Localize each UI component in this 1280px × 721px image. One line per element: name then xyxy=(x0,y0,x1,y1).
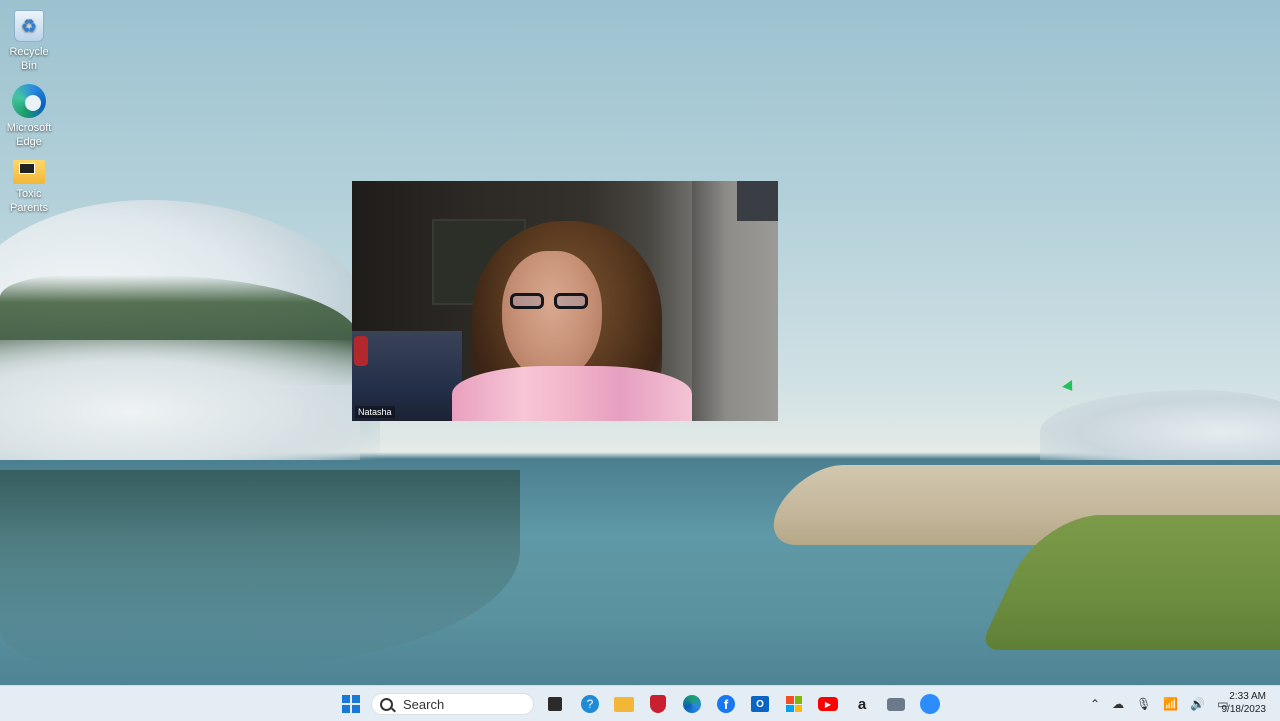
taskbar-camera[interactable] xyxy=(884,692,908,716)
microphone-icon[interactable]: 🎙 xyxy=(1136,697,1151,711)
participant-name-label: Natasha xyxy=(355,406,395,418)
start-button[interactable] xyxy=(339,692,363,716)
taskbar-amazon[interactable]: a xyxy=(850,692,874,716)
taskbar-file-explorer[interactable] xyxy=(612,692,636,716)
system-tray: ⌃ ☁ 🎙 📶 🔊 ▭ xyxy=(1084,686,1235,721)
wifi-icon[interactable]: 📶 xyxy=(1163,697,1178,711)
desktop-icon-recycle-bin[interactable]: ♻ Recycle Bin xyxy=(3,6,55,73)
taskbar-edge[interactable] xyxy=(680,692,704,716)
participant-glasses xyxy=(510,293,592,311)
taskbar-mcafee[interactable] xyxy=(646,692,670,716)
youtube-icon: ▶ xyxy=(818,697,838,711)
windows-logo-icon xyxy=(342,695,360,713)
camera-icon xyxy=(887,697,905,711)
clock-date: 9/18/2023 xyxy=(1221,704,1267,715)
wallpaper-snow xyxy=(0,340,360,460)
amazon-icon: a xyxy=(857,695,867,713)
participant-shirt xyxy=(452,366,692,421)
mouse-cursor xyxy=(1062,380,1078,395)
desktop-icon-toxic-parents[interactable]: Toxic Parents xyxy=(3,156,55,215)
edge-icon xyxy=(12,84,46,118)
taskbar-help[interactable]: ? xyxy=(578,692,602,716)
facebook-icon: f xyxy=(717,695,735,713)
clock-time: 2:33 AM xyxy=(1229,691,1266,702)
search-placeholder: Search xyxy=(403,696,445,712)
taskbar-facebook[interactable]: f xyxy=(714,692,738,716)
taskbar-search[interactable]: Search xyxy=(371,693,534,715)
video-background-window xyxy=(737,181,778,221)
taskbar-outlook[interactable]: O xyxy=(748,692,772,716)
taskbar-youtube[interactable]: ▶ xyxy=(816,692,840,716)
search-icon xyxy=(380,697,393,711)
edge-icon xyxy=(683,695,701,713)
network-settings-icon[interactable]: ☁ xyxy=(1112,697,1124,711)
recycle-bin-icon: ♻ xyxy=(14,10,44,42)
wallpaper-reflection xyxy=(0,470,520,670)
mcafee-icon xyxy=(650,695,666,713)
wallpaper-mountain-right xyxy=(1040,390,1280,460)
video-window[interactable]: Natasha xyxy=(352,181,778,421)
task-view-icon xyxy=(548,697,562,711)
chevron-up-icon[interactable]: ⌃ xyxy=(1090,697,1100,711)
zoom-icon xyxy=(920,694,940,714)
participant-face xyxy=(502,251,602,381)
taskbar: Search ? f O ▶ a ⌃ ☁ 🎙 📶 🔊 ▭ 2:33 AM 9/1… xyxy=(0,685,1280,721)
desktop-icon-label: Microsoft Edge xyxy=(6,122,52,148)
taskbar-store[interactable] xyxy=(782,692,806,716)
taskbar-zoom[interactable] xyxy=(918,692,942,716)
help-icon: ? xyxy=(581,695,599,713)
taskbar-clock[interactable]: 2:33 AM 9/18/2023 xyxy=(1222,690,1267,716)
desktop-icon-microsoft-edge[interactable]: Microsoft Edge xyxy=(3,80,55,149)
desktop-background: ♻ Recycle Bin Microsoft Edge Toxic Paren… xyxy=(0,0,1280,685)
taskbar-task-view[interactable] xyxy=(543,692,567,716)
desktop-icon-label: Recycle Bin xyxy=(9,46,49,72)
volume-icon[interactable]: 🔊 xyxy=(1190,697,1205,711)
folder-icon xyxy=(614,696,634,712)
outlook-icon: O xyxy=(751,696,769,712)
desktop-icon-label: Toxic Parents xyxy=(10,188,48,214)
folder-icon xyxy=(13,160,45,184)
store-icon xyxy=(786,696,802,712)
video-background-object xyxy=(354,336,368,366)
